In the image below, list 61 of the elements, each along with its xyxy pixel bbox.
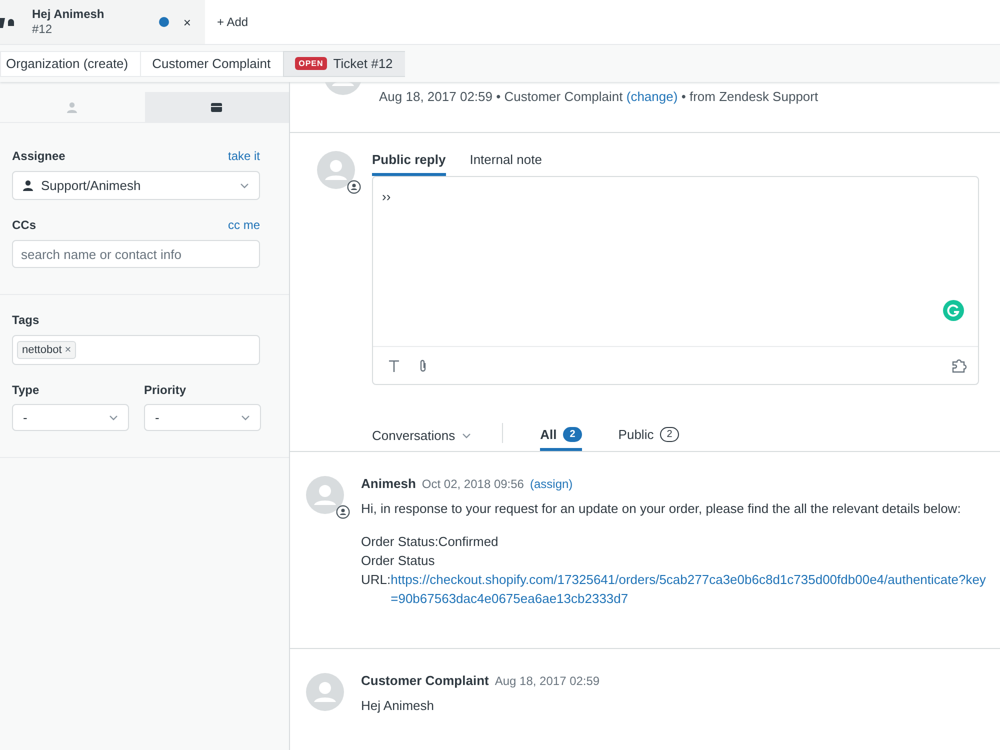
filter-tab[interactable]: Public 2: [618, 427, 680, 451]
message-text: Hi, in response to your request for an update on your order, please find the all the relevant details below:: [361, 500, 962, 518]
conversations-dropdown[interactable]: Conversations: [372, 428, 472, 451]
author-name: Animesh: [361, 476, 416, 491]
field-label: Type: [12, 383, 40, 397]
avatar-icon: [306, 476, 344, 514]
chevron-down-icon: [109, 414, 118, 420]
message-text: URL:: [361, 571, 391, 589]
message-time: Oct 02, 2018 09:56: [422, 477, 524, 491]
order-url-link[interactable]: https://checkout.shopify.com/17325641/orders/5cab277ca3e0b6c8d1c735d00fdb00e4/authenticate?key=90b67563dac4e0675ea6ae13cb2333d7: [390, 570, 986, 608]
field-label: Priority: [144, 383, 188, 397]
close-button[interactable]: ×: [183, 14, 191, 30]
chevron-down-icon: [462, 432, 472, 438]
paperclip-icon[interactable]: [419, 358, 427, 372]
chevron-down-icon: [241, 414, 250, 420]
person-icon: [23, 180, 33, 191]
reply-editor[interactable]: ››: [372, 176, 979, 385]
agent-badge-icon: [347, 180, 361, 194]
field-label: CCs: [12, 218, 36, 232]
tag-chip[interactable]: nettobot ×: [17, 341, 76, 359]
priority-select[interactable]: -: [144, 404, 261, 431]
person-icon: [67, 102, 78, 112]
remove-tag-button[interactable]: ×: [64, 344, 72, 356]
message-time: Aug 18, 2017 02:59: [494, 674, 600, 688]
composer-tab[interactable]: Public reply: [372, 151, 446, 176]
cc-me-link[interactable]: cc me: [228, 218, 260, 232]
author-name: Customer Complaint: [361, 673, 489, 688]
message-text: Order Status: [361, 552, 436, 570]
breadcrumb-tab[interactable]: Organization (create): [0, 50, 140, 76]
tab-title: Hej Animesh: [32, 7, 106, 22]
field-label: Tags: [12, 313, 40, 327]
ccs-input-field[interactable]: search name or contact info: [12, 240, 260, 268]
chevron-down-icon: [240, 182, 249, 188]
count-badge: 2: [660, 427, 680, 442]
assignee-select[interactable]: Support/Animesh: [12, 171, 260, 200]
status-badge: OPEN: [294, 57, 328, 70]
puzzle-icon[interactable]: [952, 358, 968, 372]
avatar-icon: [317, 151, 355, 189]
card-icon: [211, 102, 222, 112]
avatar-icon: [306, 673, 344, 711]
editor-text: ››: [382, 189, 391, 204]
ticket-tab[interactable]: Hej Animesh #12 ×: [0, 0, 205, 44]
logo-icon: [0, 16, 15, 28]
breadcrumb-tab[interactable]: Customer Complaint: [140, 50, 283, 76]
composer-tab[interactable]: Internal note: [470, 151, 542, 176]
type-select[interactable]: -: [12, 404, 129, 431]
tab-subtitle: #12: [32, 22, 54, 37]
count-badge: 2: [562, 427, 582, 442]
field-label: Assignee: [12, 149, 66, 163]
filter-tab[interactable]: All 2: [540, 427, 582, 451]
breadcrumb-tab[interactable]: OPEN Ticket #12: [282, 50, 405, 76]
take-it-link[interactable]: take it: [228, 149, 260, 163]
tags-field[interactable]: nettobot ×: [12, 335, 260, 365]
text-format-icon[interactable]: [389, 360, 399, 372]
message-text: Order Status:Confirmed: [361, 533, 500, 551]
change-link[interactable]: (change): [626, 89, 678, 104]
ticket-source-text: Aug 18, 2017 02:59 • Customer Complaint (change) • from Zendesk Support: [379, 89, 818, 106]
assign-link[interactable]: (assign): [530, 477, 573, 491]
add-tab-button[interactable]: + Add: [205, 0, 254, 44]
message-text: Hej Animesh: [361, 697, 435, 715]
sidebar-tab[interactable]: [144, 92, 289, 122]
